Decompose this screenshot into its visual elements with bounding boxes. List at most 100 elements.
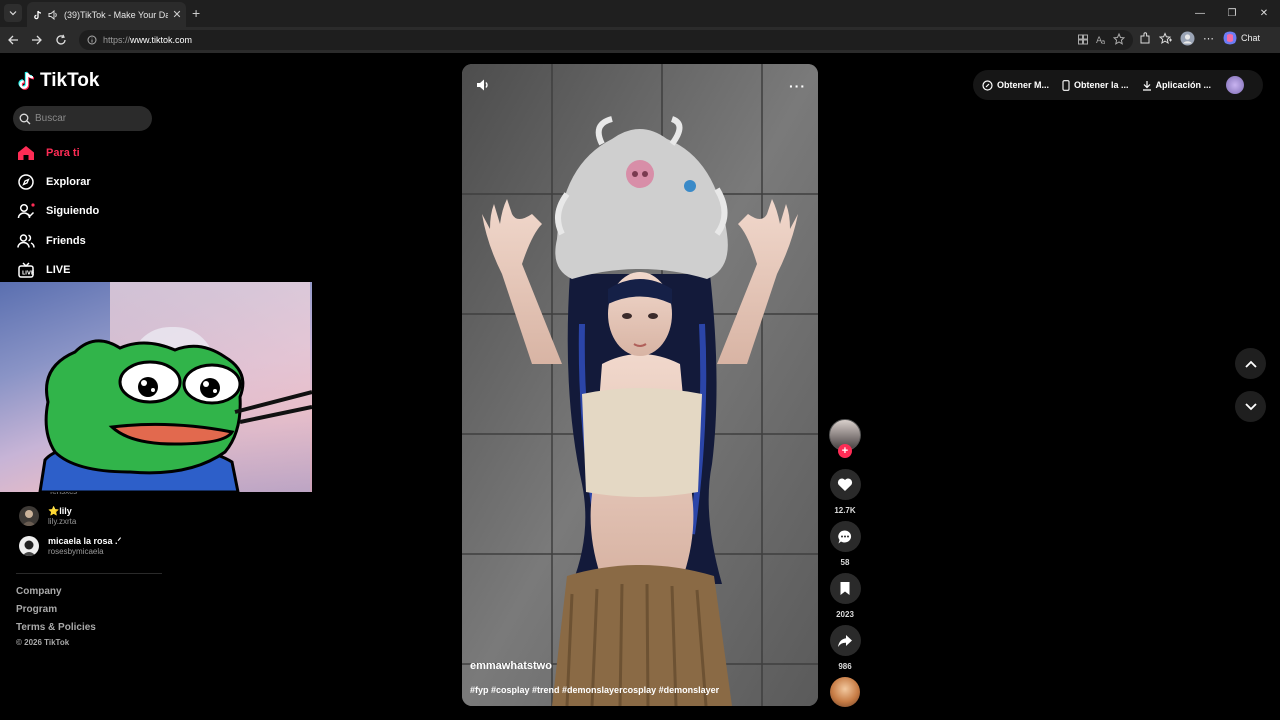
share-arrow-icon bbox=[837, 634, 853, 648]
new-tab-button[interactable]: + bbox=[192, 6, 200, 20]
translate-icon[interactable]: Aa bbox=[1095, 32, 1107, 46]
window-controls: — ❐ ✕ bbox=[1184, 0, 1280, 27]
more-options-icon[interactable]: ⋯ bbox=[1203, 32, 1214, 45]
back-icon[interactable] bbox=[6, 33, 20, 47]
get-app-label: Obtener la ... bbox=[1074, 80, 1129, 90]
comment-action[interactable]: 58 bbox=[829, 521, 861, 567]
live-tv-icon: LIVE bbox=[17, 261, 35, 279]
following-icon bbox=[17, 202, 35, 220]
download-icon bbox=[1142, 80, 1152, 91]
comment-button[interactable] bbox=[829, 521, 861, 552]
address-bar[interactable]: https://www.tiktok.com Aa bbox=[79, 30, 1133, 50]
tab-actions-button[interactable] bbox=[4, 4, 22, 22]
chevron-down-icon bbox=[1244, 402, 1257, 411]
download-app-button[interactable]: Aplicación ... bbox=[1142, 80, 1212, 91]
profile-avatar-icon[interactable] bbox=[1180, 31, 1195, 46]
close-tab-icon[interactable]: ✕ bbox=[168, 8, 186, 21]
previous-video-button[interactable] bbox=[1235, 348, 1266, 379]
browser-toolbar-right: ⋯ Chat bbox=[1138, 30, 1260, 46]
follow-plus-icon[interactable]: + bbox=[838, 444, 852, 458]
reload-icon[interactable] bbox=[54, 33, 68, 47]
forward-icon[interactable] bbox=[30, 33, 44, 47]
webcam-overlay bbox=[0, 282, 312, 492]
copilot-icon bbox=[1222, 30, 1238, 46]
footer-company-link[interactable]: Company bbox=[16, 586, 62, 597]
svg-text:a: a bbox=[1101, 38, 1105, 46]
music-disc-avatar[interactable] bbox=[830, 677, 860, 707]
browser-tab[interactable]: (39)TikTok - Make Your Day ✕ bbox=[27, 2, 186, 27]
svg-text:LIVE: LIVE bbox=[22, 271, 34, 277]
get-coins-label: Obtener M... bbox=[997, 80, 1050, 90]
app-available-icon[interactable] bbox=[1077, 32, 1089, 46]
nav-label: Siguiendo bbox=[46, 205, 100, 217]
copilot-chat-button[interactable]: Chat bbox=[1222, 30, 1260, 46]
like-button[interactable] bbox=[829, 469, 861, 500]
restore-icon[interactable]: ❐ bbox=[1216, 0, 1248, 27]
close-window-icon[interactable]: ✕ bbox=[1248, 0, 1280, 27]
following-item[interactable]: ⭐lily lily.zxrta bbox=[19, 506, 76, 526]
like-action[interactable]: 12.7K bbox=[829, 469, 861, 515]
footer-terms-link[interactable]: Terms & Policies bbox=[16, 622, 96, 633]
search-box[interactable] bbox=[13, 106, 152, 131]
compass-icon bbox=[17, 173, 35, 191]
coin-icon bbox=[982, 79, 993, 91]
favorites-icon[interactable] bbox=[1159, 31, 1172, 45]
following-name: micaela la rosa .ᐟ bbox=[48, 536, 122, 546]
nav-label: LIVE bbox=[46, 264, 71, 276]
get-coins-button[interactable]: Obtener M... bbox=[982, 79, 1050, 91]
video-caption[interactable]: #fyp #cosplay #trend #demonslayercosplay… bbox=[470, 685, 719, 695]
video-player[interactable]: ··· emmawhatstwo #fyp #cosplay #trend #d… bbox=[462, 64, 818, 706]
video-username[interactable]: emmawhatstwo bbox=[470, 660, 552, 672]
search-input[interactable] bbox=[35, 113, 145, 124]
tab-title: (39)TikTok - Make Your Day bbox=[64, 9, 168, 20]
following-handle: rosesbymicaela bbox=[48, 547, 104, 556]
user-avatar[interactable] bbox=[1226, 76, 1245, 94]
nav-siguiendo[interactable]: Siguiendo bbox=[17, 202, 99, 220]
extensions-icon[interactable] bbox=[1138, 31, 1151, 45]
footer-program-link[interactable]: Program bbox=[16, 604, 57, 615]
nav-friends[interactable]: Friends bbox=[17, 232, 86, 250]
like-count: 12.7K bbox=[834, 506, 856, 515]
phone-icon bbox=[1062, 79, 1070, 91]
favorite-star-icon[interactable] bbox=[1113, 32, 1125, 46]
nav-explorar[interactable]: Explorar bbox=[17, 173, 91, 191]
avatar bbox=[19, 536, 39, 556]
avatar bbox=[19, 506, 39, 526]
get-app-button[interactable]: Obtener la ... bbox=[1062, 79, 1129, 91]
share-count: 986 bbox=[838, 662, 852, 671]
tiktok-logo[interactable]: TikTok bbox=[18, 70, 99, 92]
share-action[interactable]: 986 bbox=[829, 625, 861, 671]
video-frame bbox=[462, 64, 818, 706]
search-icon bbox=[19, 113, 31, 125]
save-action[interactable]: 2023 bbox=[829, 573, 861, 619]
nav-para-ti[interactable]: Para ti bbox=[17, 144, 80, 162]
chat-label: Chat bbox=[1241, 33, 1261, 43]
comment-count: 58 bbox=[840, 558, 850, 567]
nav-label: Explorar bbox=[46, 176, 91, 188]
site-info-icon[interactable] bbox=[87, 35, 97, 45]
save-button[interactable] bbox=[829, 573, 861, 604]
logo-text: TikTok bbox=[40, 70, 100, 91]
friends-icon bbox=[17, 232, 35, 250]
url-scheme: https:// bbox=[103, 35, 131, 45]
following-name: ⭐lily bbox=[48, 506, 72, 516]
url-host: www.tiktok.com bbox=[130, 35, 193, 45]
browser-toolbar: https://www.tiktok.com Aa ⋯ Chat bbox=[0, 27, 1280, 53]
nav-live[interactable]: LIVE LIVE bbox=[17, 261, 70, 279]
comment-icon bbox=[837, 529, 853, 545]
home-icon bbox=[17, 144, 35, 162]
copyright: © 2026 TikTok bbox=[16, 638, 70, 647]
volume-icon[interactable] bbox=[476, 78, 490, 92]
frog-emote-icon bbox=[38, 339, 312, 492]
minimize-icon[interactable]: — bbox=[1184, 0, 1216, 27]
sidebar-divider bbox=[16, 573, 162, 574]
following-item[interactable]: micaela la rosa .ᐟ rosesbymicaela bbox=[19, 536, 121, 556]
tab-audio-icon[interactable] bbox=[48, 9, 59, 20]
next-video-button[interactable] bbox=[1235, 391, 1266, 422]
share-button[interactable] bbox=[829, 625, 861, 656]
chevron-up-icon bbox=[1244, 360, 1257, 368]
tiktok-note-icon bbox=[18, 71, 36, 91]
download-app-label: Aplicación ... bbox=[1155, 80, 1212, 90]
more-options-icon[interactable]: ··· bbox=[789, 78, 806, 94]
top-right-bar: Obtener M... Obtener la ... Aplicación .… bbox=[973, 70, 1263, 100]
